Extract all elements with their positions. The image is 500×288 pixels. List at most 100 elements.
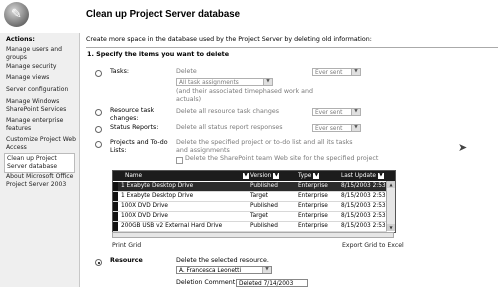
delete-sharepoint-label: Delete the SharePoint team Web site for … [185,155,379,162]
tasks-note: (and their associated timephased work an… [176,88,313,103]
sidebar-item-enterprise-features[interactable]: Manage enterprise features [6,117,78,133]
scroll-down-icon[interactable]: ▼ [387,224,395,231]
resource-task-changes-when-value: Ever sent [315,110,343,116]
grid-column-name[interactable]: Name [125,171,142,181]
grid-column-version-label: Version [250,173,272,179]
resource-label: Resource [110,257,143,264]
tasks-select-value: All task assignments [179,80,239,86]
row-name: 1 Exabyte Desktop Drive [121,193,194,199]
row-marker [113,212,118,221]
sidebar-item-manage-security[interactable]: Manage security [6,63,78,71]
section-title: 1. Specify the items you want to delete [87,50,230,58]
tasks-delete-label: Delete [176,68,197,75]
deletion-comment-label: Deletion Comment: [176,279,238,286]
chevron-down-icon: ▼ [351,125,360,131]
tasks-when-select[interactable]: Ever sent ▼ [312,68,361,76]
resource-task-changes-label: Resource task changes: [110,107,155,122]
grid-column-last-update-label: Last Update [341,173,376,179]
row-name: 1 Exabyte Desktop Drive [121,183,194,189]
chevron-down-icon[interactable]: ▼ [241,171,249,181]
tasks-label: Tasks: [110,68,129,75]
chevron-down-icon: ▼ [351,69,360,75]
row-name: 100X DVD Drive [121,213,168,219]
row-type: Enterprise [298,193,328,199]
status-reports-label: Status Reports: [110,124,159,131]
export-grid-link[interactable]: Export Grid to Excel [342,242,404,249]
table-row[interactable]: 100X DVD Drive Published Enterprise 8/15… [113,202,387,212]
sidebar-item-customize-pwa[interactable]: Customize Project Web Access [6,136,78,152]
resource-task-changes-radio[interactable] [95,109,102,116]
sidebar-heading: Actions: [6,36,35,43]
projects-grid[interactable]: Name ▼ Version ▼ Type ▼ Last Update ▼ 1 Exa… [112,170,396,233]
row-marker [113,192,118,201]
table-row[interactable]: 1 Exabyte Desktop Drive Published Enterp… [113,182,387,192]
chevron-down-icon[interactable]: ▼ [273,172,280,179]
row-updated: 8/15/2003 2:53 AM [341,193,387,199]
row-type: Enterprise [298,213,328,219]
projects-delete-label: Delete the specified project or to-do li… [176,139,353,154]
status-reports-when-value: Ever sent [315,126,343,132]
status-reports-delete-label: Delete all status report responses [176,124,283,131]
row-version: Target [250,213,268,219]
tasks-when-value: Ever sent [315,70,343,76]
sidebar-item-server-configuration[interactable]: Server configuration [6,86,78,94]
section-divider [86,47,498,48]
sidebar-item-manage-wss[interactable]: Manage Windows SharePoint Services [6,98,78,114]
intro-text: Create more space in the database used b… [86,36,372,43]
project-server-logo-icon: ✎ [4,2,29,27]
projects-label: Projects and To-do Lists: [110,139,168,154]
status-reports-when-select[interactable]: Ever sent ▼ [312,124,361,132]
sidebar-item-manage-users[interactable]: Manage users and groups [6,46,78,62]
grid-column-version[interactable]: Version ▼ [250,171,280,181]
row-name: 100X DVD Drive [121,203,168,209]
resource-task-changes-when-select[interactable]: Ever sent ▼ [312,108,361,116]
resource-radio[interactable] [95,259,102,266]
row-version: Target [250,193,268,199]
table-row[interactable]: 200GB USB v2 External Hard Drive Publish… [113,222,387,232]
grid-column-type-label: Type [298,173,312,179]
chevron-down-icon: ▼ [262,267,271,273]
resource-task-changes-delete-label: Delete all resource task changes [176,108,279,115]
row-marker [113,202,118,211]
row-updated: 8/15/2003 2:53 AM [341,183,387,189]
grid-horizontal-scrollbar[interactable] [112,232,394,238]
page-title: Clean up Project Server database [86,9,240,20]
sidebar-item-manage-views[interactable]: Manage views [6,74,78,82]
chevron-down-icon: ▼ [263,79,272,85]
row-version: Published [250,203,278,209]
row-updated: 8/15/2003 2:53 AM [341,213,387,219]
sidebar: Actions: Manage users and groups Manage … [0,33,80,287]
mouse-pointer-icon: ➤ [458,141,468,154]
deletion-comment-input[interactable]: Deleted 7/14/2003 [236,279,308,287]
chevron-down-icon: ▼ [351,109,360,115]
table-row[interactable]: 1 Exabyte Desktop Drive Target Enterpris… [113,192,387,202]
resource-select[interactable]: A. Francesca Leonetti ▼ [176,266,272,274]
row-marker [113,182,118,191]
tasks-radio[interactable] [95,70,102,77]
grid-header: Name ▼ Version ▼ Type ▼ Last Update ▼ [113,171,395,181]
tasks-select[interactable]: All task assignments ▼ [176,78,273,86]
chevron-down-icon[interactable]: ▼ [313,172,320,179]
status-reports-radio[interactable] [95,126,102,133]
delete-sharepoint-checkbox[interactable] [176,157,183,164]
chevron-down-icon[interactable]: ▼ [377,172,384,179]
row-type: Enterprise [298,203,328,209]
print-grid-link[interactable]: Print Grid [112,242,141,249]
sidebar-item-about[interactable]: About Microsoft Office Project Server 20… [6,173,78,189]
row-type: Enterprise [298,223,328,229]
grid-vertical-scrollbar[interactable]: ▲ ▼ [386,181,395,231]
row-version: Published [250,223,278,229]
row-marker [113,222,118,231]
row-type: Enterprise [298,183,328,189]
row-updated: 8/15/2003 2:53 AM [341,223,387,229]
main-content: Create more space in the database used b… [86,33,500,287]
table-row[interactable]: 100X DVD Drive Target Enterprise 8/15/20… [113,212,387,222]
grid-column-last-update[interactable]: Last Update ▼ [341,171,384,181]
scroll-up-icon[interactable]: ▲ [387,181,395,188]
row-name: 200GB USB v2 External Hard Drive [121,223,223,229]
top-bar: ✎ Clean up Project Server database [0,0,500,33]
grid-column-type[interactable]: Type ▼ [298,171,320,181]
sidebar-item-clean-up-database[interactable]: Clean up Project Server database [4,153,75,173]
projects-radio[interactable] [95,141,102,148]
grid-column-name-label: Name [125,173,143,179]
